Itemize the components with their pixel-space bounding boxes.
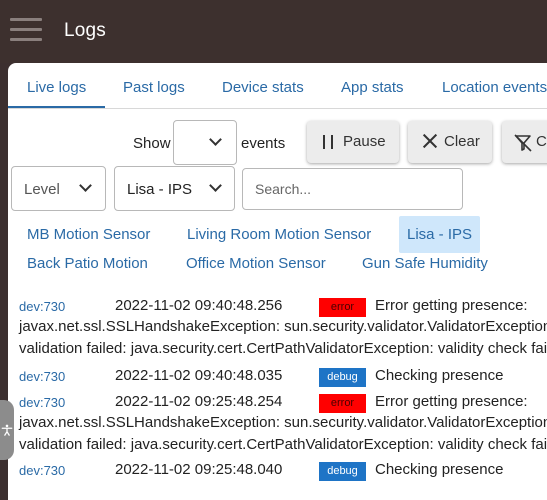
log-entry: dev:730 2022-11-02 09:25:48.254 error Er…	[8, 391, 547, 457]
device-link[interactable]: dev:730	[19, 299, 65, 314]
tab-live-logs[interactable]: Live logs	[27, 79, 86, 96]
log-message-continuation: validation failed: java.security.cert.Ce…	[19, 436, 547, 453]
level-badge: error	[319, 298, 366, 317]
log-entry: dev:730 2022-11-02 09:40:48.035 debug Ch…	[8, 365, 547, 389]
tab-bar: Live logs Past logs Device stats App sta…	[8, 63, 547, 109]
log-message-continuation: javax.net.ssl.SSLHandshakeException: sun…	[19, 318, 547, 335]
log-timestamp: 2022-11-02 09:40:48.035	[115, 367, 283, 384]
search-input[interactable]	[242, 168, 463, 210]
device-link[interactable]: dev:730	[19, 463, 65, 478]
clear-filters-label: Cl	[536, 133, 547, 150]
device-link[interactable]: dev:730	[19, 369, 65, 384]
level-badge: debug	[319, 462, 366, 481]
menu-icon[interactable]	[10, 18, 42, 42]
device-chip-office-motion-sensor[interactable]: Office Motion Sensor	[178, 249, 334, 278]
clear-button[interactable]: Clear	[408, 121, 492, 163]
chevron-down-icon	[209, 133, 222, 146]
log-message-continuation: javax.net.ssl.SSLHandshakeException: sun…	[19, 414, 547, 431]
active-tab-indicator	[8, 106, 105, 108]
accessibility-icon	[1, 424, 13, 436]
clear-filters-button[interactable]: Cl	[502, 121, 547, 163]
chevron-down-icon	[79, 179, 92, 192]
pause-label: Pause	[343, 133, 386, 150]
level-badge: error	[319, 394, 366, 413]
page-title: Logs	[64, 20, 107, 41]
log-message: Checking presence	[375, 461, 504, 478]
tab-location-events[interactable]: Location events	[442, 79, 547, 96]
tab-app-stats[interactable]: App stats	[341, 79, 404, 96]
device-link[interactable]: dev:730	[19, 395, 65, 410]
log-timestamp: 2022-11-02 09:25:48.040	[115, 461, 283, 478]
log-timestamp: 2022-11-02 09:25:48.254	[115, 393, 283, 410]
log-entry: dev:730 2022-11-02 09:25:48.040 debug Ch…	[8, 459, 547, 483]
level-select[interactable]: Level	[11, 166, 106, 211]
device-select-value: Lisa - IPS	[127, 181, 193, 198]
log-message: Checking presence	[375, 367, 504, 384]
pause-button[interactable]: Pause	[307, 121, 399, 163]
log-message-continuation: validation failed: java.security.cert.Ce…	[19, 340, 547, 357]
device-chip-gun-safe-humidity[interactable]: Gun Safe Humidity	[354, 249, 496, 278]
logs-panel: Live logs Past logs Device stats App sta…	[8, 63, 547, 500]
log-timestamp: 2022-11-02 09:40:48.256	[115, 297, 283, 314]
device-chip-mb-motion-sensor[interactable]: MB Motion Sensor	[19, 220, 158, 249]
log-message: Error getting presence:	[375, 393, 528, 410]
tab-device-stats[interactable]: Device stats	[222, 79, 304, 96]
top-app-bar: Logs	[0, 0, 547, 63]
filter-off-icon	[514, 134, 532, 152]
clear-label: Clear	[444, 133, 480, 150]
device-chip-living-room-motion-sensor[interactable]: Living Room Motion Sensor	[179, 220, 379, 249]
device-chip-lisa-ips[interactable]: Lisa - IPS	[399, 216, 481, 253]
accessibility-handle[interactable]	[0, 400, 14, 460]
pause-icon	[323, 135, 333, 149]
show-label: Show	[133, 135, 171, 152]
level-select-label: Level	[24, 181, 60, 198]
device-chip-back-patio-motion[interactable]: Back Patio Motion	[19, 249, 156, 278]
log-entry: dev:730 2022-11-02 09:40:48.256 error Er…	[8, 295, 547, 361]
tab-past-logs[interactable]: Past logs	[123, 79, 185, 96]
event-count-select[interactable]	[173, 120, 237, 165]
chevron-down-icon	[209, 179, 222, 192]
log-message: Error getting presence:	[375, 297, 528, 314]
events-label: events	[241, 135, 286, 152]
level-badge: debug	[319, 368, 366, 387]
device-select[interactable]: Lisa - IPS	[114, 166, 235, 211]
close-icon	[422, 133, 438, 149]
